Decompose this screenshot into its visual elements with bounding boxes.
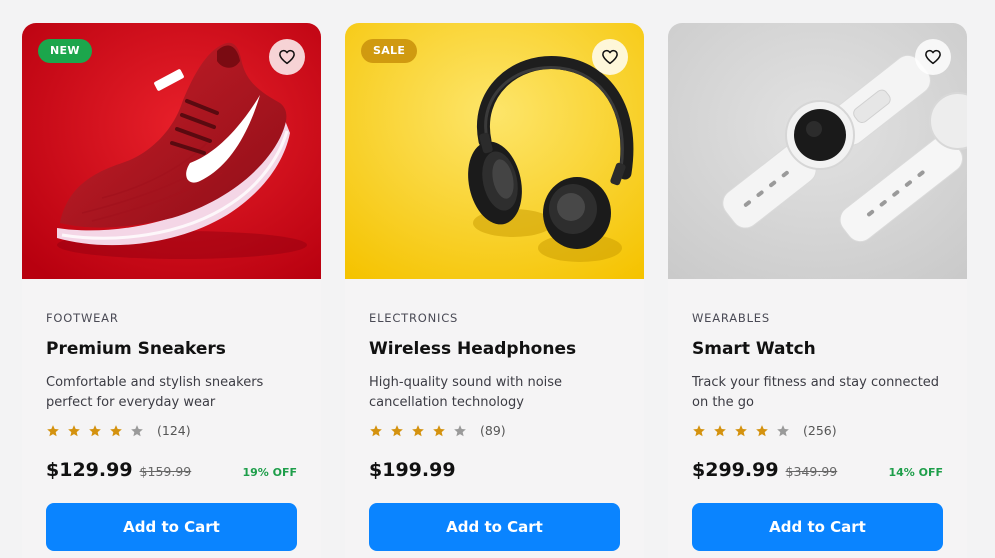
star-empty-icon [131,424,143,436]
star-filled-icon [89,424,101,436]
product-title[interactable]: Wireless Headphones [369,339,576,359]
sale-badge: SALE [361,39,418,63]
add-to-cart-button[interactable]: Add to Cart [46,503,297,551]
heart-icon [925,49,941,65]
star-filled-icon [110,424,122,436]
product-rating: (124) [46,423,191,438]
discount-label: 14% OFF [888,466,943,479]
add-to-cart-button[interactable]: Add to Cart [369,503,620,551]
new-badge: NEW [38,39,92,63]
product-card-smart-watch[interactable]: WEARABLES Smart Watch Track your fitness… [668,23,967,558]
product-description: High-quality sound with noise cancellati… [369,375,563,410]
original-price: $159.99 [139,464,192,479]
product-card-headphones[interactable]: SALE ELECTRONICS Wireless Headphones Hig… [345,23,644,558]
product-rating: (256) [692,423,837,438]
star-empty-icon [454,424,466,436]
review-count: (89) [480,423,506,438]
star-filled-icon [756,424,768,436]
star-empty-icon [777,424,789,436]
product-description: Comfortable and stylish sneakers perfect… [46,375,264,410]
star-filled-icon [693,424,705,436]
star-filled-icon [370,424,382,436]
star-filled-icon [433,424,445,436]
star-filled-icon [412,424,424,436]
review-count: (256) [803,423,837,438]
star-filled-icon [714,424,726,436]
product-image-sneakers[interactable]: NEW [22,23,321,279]
product-category: FOOTWEAR [46,311,119,325]
product-category: WEARABLES [692,311,770,325]
original-price: $349.99 [785,464,838,479]
star-filled-icon [47,424,59,436]
product-image-smart-watch[interactable] [668,23,967,279]
product-category: ELECTRONICS [369,311,459,325]
heart-icon [279,49,295,65]
price-row: $299.99 $349.99 14% OFF [692,459,943,481]
star-filled-icon [735,424,747,436]
product-title[interactable]: Smart Watch [692,339,816,359]
product-title[interactable]: Premium Sneakers [46,339,226,359]
star-filled-icon [68,424,80,436]
current-price: $199.99 [369,459,456,481]
current-price: $299.99 [692,459,779,481]
product-image-headphones[interactable]: SALE [345,23,644,279]
favorite-button[interactable] [269,39,305,75]
heart-icon [602,49,618,65]
product-description: Track your fitness and stay connected on… [692,375,940,410]
price-row: $199.99 [369,459,620,481]
product-card-sneakers[interactable]: NEW FOOTWEAR Premium Sneakers Comfortabl… [22,23,321,558]
favorite-button[interactable] [592,39,628,75]
favorite-button[interactable] [915,39,951,75]
add-to-cart-button[interactable]: Add to Cart [692,503,943,551]
discount-label: 19% OFF [242,466,297,479]
price-row: $129.99 $159.99 19% OFF [46,459,297,481]
review-count: (124) [157,423,191,438]
product-rating: (89) [369,423,506,438]
current-price: $129.99 [46,459,133,481]
star-filled-icon [391,424,403,436]
